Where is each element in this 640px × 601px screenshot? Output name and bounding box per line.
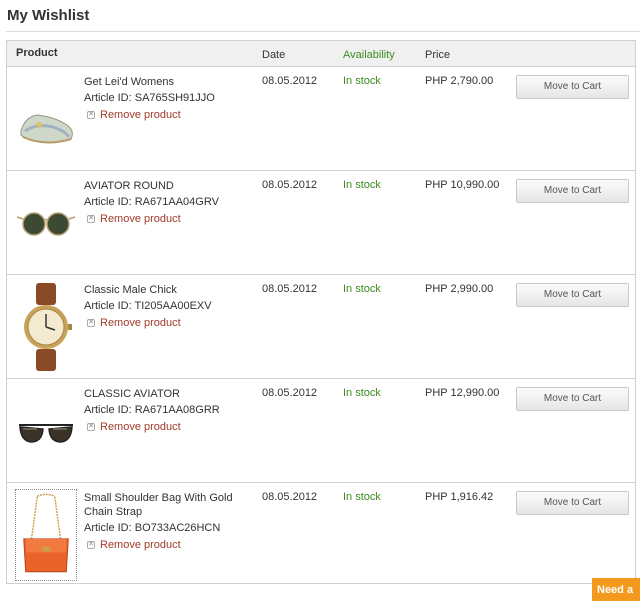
remove-label: Remove product xyxy=(100,421,181,433)
wishlist-table: Product Date Availability Price Get Lei'… xyxy=(6,40,636,584)
product-name[interactable]: CLASSIC AVIATOR xyxy=(84,387,249,401)
page-title: My Wishlist xyxy=(7,7,90,24)
move-to-cart-button[interactable]: Move to Cart xyxy=(516,283,629,307)
help-tab[interactable]: Need a xyxy=(592,578,640,601)
product-price: PHP 10,990.00 xyxy=(425,179,500,191)
remove-product-link[interactable]: ✕ Remove product xyxy=(87,539,181,551)
date-added: 08.05.2012 xyxy=(262,387,318,399)
remove-product-link[interactable]: ✕ Remove product xyxy=(87,317,181,329)
availability-status: In stock xyxy=(343,179,381,191)
product-price: PHP 1,916.42 xyxy=(425,491,494,503)
remove-x-icon: ✕ xyxy=(87,319,95,327)
remove-x-icon: ✕ xyxy=(87,541,95,549)
remove-label: Remove product xyxy=(100,213,181,225)
round-sunglasses-icon[interactable] xyxy=(15,177,77,269)
wristwatch-icon[interactable] xyxy=(15,281,77,373)
remove-x-icon: ✕ xyxy=(87,215,95,223)
table-row: Classic Male Chick Article ID: TI205AA00… xyxy=(7,275,635,379)
availability-status: In stock xyxy=(343,491,381,503)
product-price: PHP 12,990.00 xyxy=(425,387,500,399)
remove-product-link[interactable]: ✕ Remove product xyxy=(87,109,181,121)
remove-label: Remove product xyxy=(100,317,181,329)
table-row: Small Shoulder Bag With Gold Chain Strap… xyxy=(7,483,635,586)
date-added: 08.05.2012 xyxy=(262,491,318,503)
article-id: Article ID: RA671AA08GRR xyxy=(84,404,220,416)
remove-label: Remove product xyxy=(100,109,181,121)
handbag-icon[interactable] xyxy=(15,489,77,581)
product-name[interactable]: Small Shoulder Bag With Gold Chain Strap xyxy=(84,491,249,519)
table-header: Product Date Availability Price xyxy=(7,41,635,67)
availability-status: In stock xyxy=(343,75,381,87)
remove-x-icon: ✕ xyxy=(87,423,95,431)
shoe-icon[interactable] xyxy=(15,73,77,165)
product-name[interactable]: AVIATOR ROUND xyxy=(84,179,249,193)
article-id: Article ID: BO733AC26HCN xyxy=(84,522,221,534)
title-divider xyxy=(6,31,640,32)
date-added: 08.05.2012 xyxy=(262,179,318,191)
availability-status: In stock xyxy=(343,387,381,399)
table-row: AVIATOR ROUND Article ID: RA671AA04GRV ✕… xyxy=(7,171,635,275)
article-id: Article ID: TI205AA00EXV xyxy=(84,300,212,312)
header-price: Price xyxy=(425,49,451,61)
remove-x-icon: ✕ xyxy=(87,111,95,119)
date-added: 08.05.2012 xyxy=(262,75,318,87)
product-name[interactable]: Classic Male Chick xyxy=(84,283,249,297)
header-availability: Availability xyxy=(343,49,395,61)
move-to-cart-button[interactable]: Move to Cart xyxy=(516,75,629,99)
remove-label: Remove product xyxy=(100,539,181,551)
move-to-cart-button[interactable]: Move to Cart xyxy=(516,491,629,515)
header-date: Date xyxy=(262,49,286,61)
table-row: CLASSIC AVIATOR Article ID: RA671AA08GRR… xyxy=(7,379,635,483)
move-to-cart-button[interactable]: Move to Cart xyxy=(516,387,629,411)
article-id: Article ID: RA671AA04GRV xyxy=(84,196,219,208)
product-price: PHP 2,790.00 xyxy=(425,75,494,87)
article-id: Article ID: SA765SH91JJO xyxy=(84,92,215,104)
table-row: Get Lei'd Womens Article ID: SA765SH91JJ… xyxy=(7,67,635,171)
product-name[interactable]: Get Lei'd Womens xyxy=(84,75,249,89)
date-added: 08.05.2012 xyxy=(262,283,318,295)
remove-product-link[interactable]: ✕ Remove product xyxy=(87,421,181,433)
product-price: PHP 2,990.00 xyxy=(425,283,494,295)
aviator-sunglasses-icon[interactable] xyxy=(15,385,77,477)
availability-status: In stock xyxy=(343,283,381,295)
remove-product-link[interactable]: ✕ Remove product xyxy=(87,213,181,225)
header-product: Product xyxy=(16,47,58,59)
move-to-cart-button[interactable]: Move to Cart xyxy=(516,179,629,203)
